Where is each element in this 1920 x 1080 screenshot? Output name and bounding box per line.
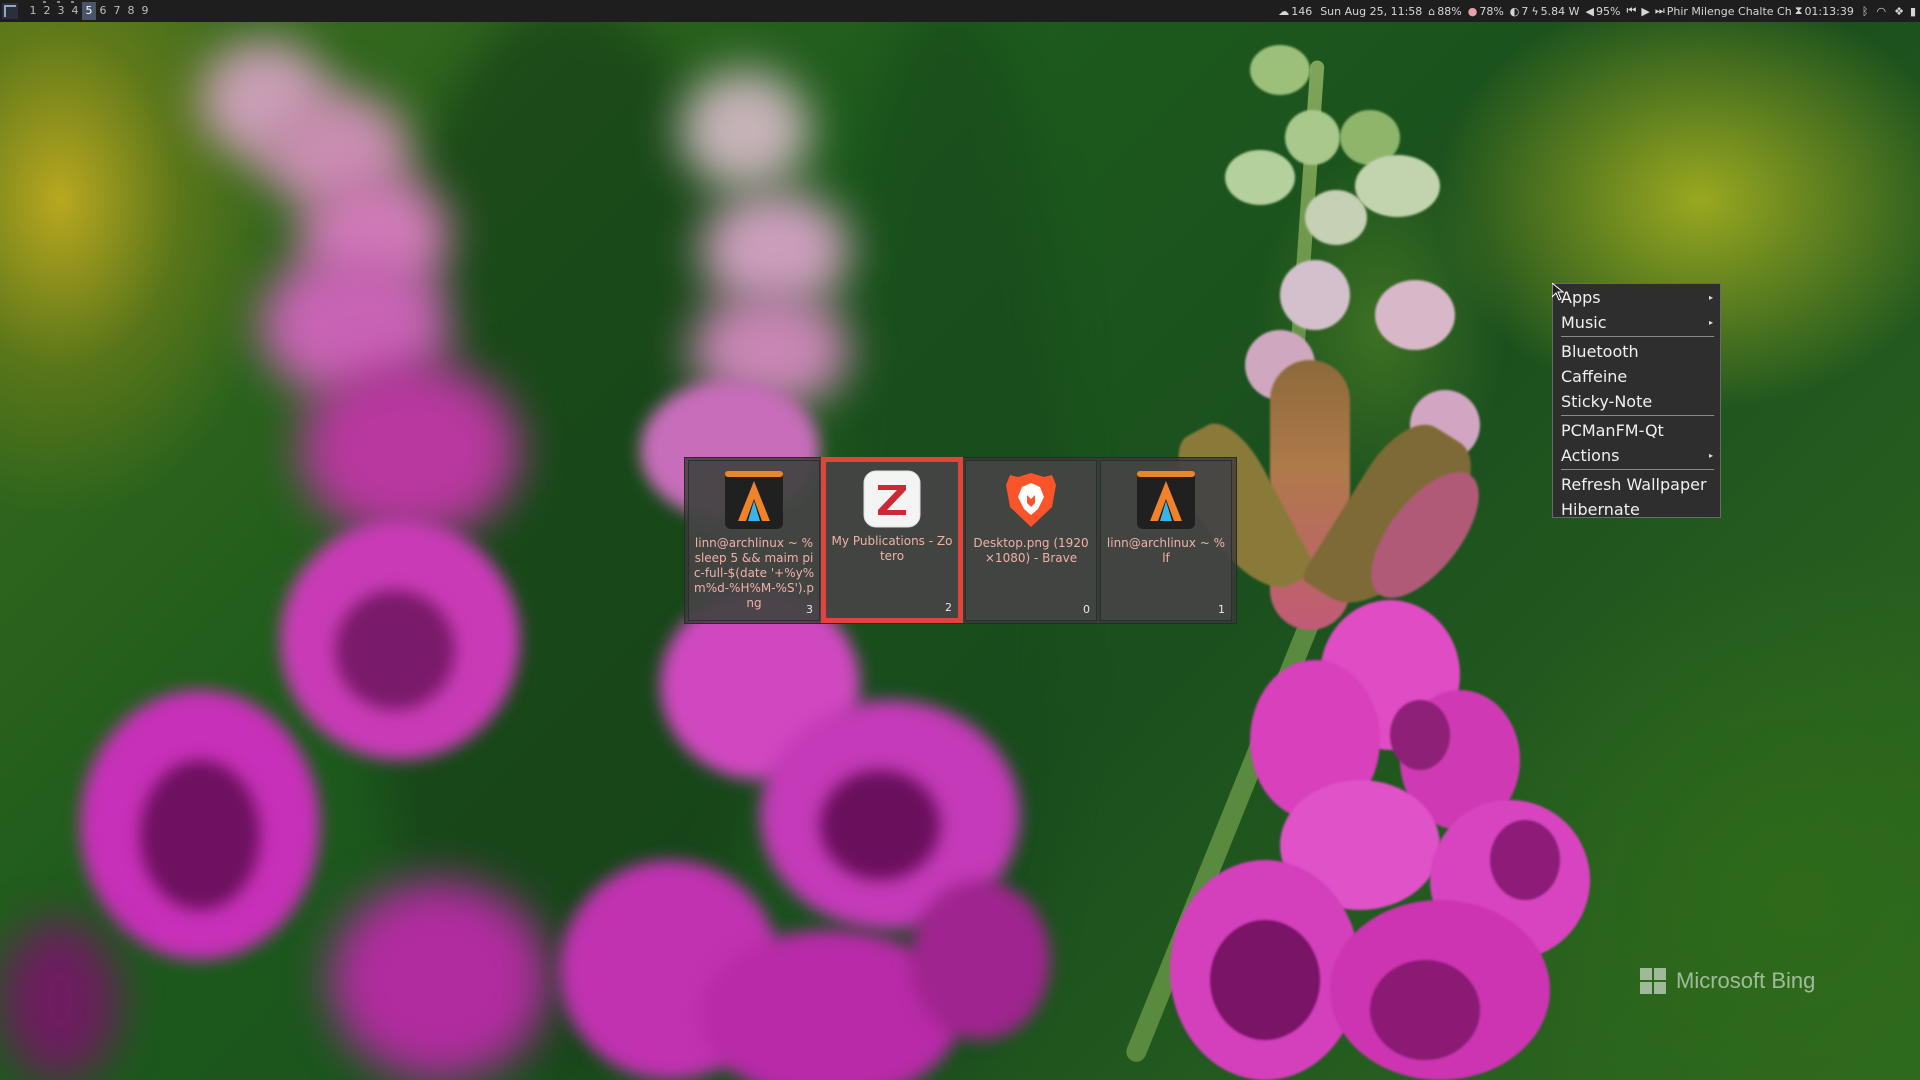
- menu-separator: [1561, 415, 1714, 416]
- menu-item-apps[interactable]: Apps ▸: [1553, 285, 1720, 310]
- workspace-2[interactable]: 2: [40, 1, 54, 20]
- battery-icon[interactable]: ▮: [1910, 5, 1916, 18]
- window-tile-terminal-lf[interactable]: linn@archlinux ~ % lf 1: [1100, 460, 1232, 621]
- workspace-label: 2: [43, 4, 51, 17]
- bing-watermark: Microsoft Bing: [1640, 966, 1815, 996]
- workspace-7[interactable]: 7: [110, 2, 124, 20]
- menu-item-label: Bluetooth: [1561, 342, 1639, 361]
- menu-item-label: Apps: [1561, 288, 1601, 307]
- workspace-label: 3: [57, 4, 65, 17]
- power-draw: 5.84 W: [1540, 4, 1580, 18]
- alacritty-icon: [725, 471, 783, 529]
- volume-level[interactable]: 95%: [1596, 5, 1620, 18]
- media-time: 01:13:39: [1804, 4, 1854, 18]
- status-area: ☁ 146 Sun Aug 25, 11:58 ⌂ 88% ● 78% ◐ 7 …: [1272, 0, 1916, 22]
- menu-item-pcmanfm-qt[interactable]: PCManFM-Qt: [1553, 418, 1720, 443]
- hourglass-icon: ⧗: [1794, 4, 1803, 17]
- window-number: 0: [1083, 603, 1090, 616]
- wifi-icon[interactable]: ◠: [1876, 5, 1886, 18]
- windows-logo-icon: [1640, 968, 1666, 994]
- brightness-icon: ◐: [1509, 4, 1520, 18]
- media-title[interactable]: Phir Milenge Chalte Ch: [1667, 5, 1792, 18]
- updates-count[interactable]: 146: [1291, 5, 1312, 18]
- play-icon[interactable]: ▶: [1641, 5, 1649, 18]
- mouse-pointer-icon: [1552, 283, 1564, 301]
- workspace-8[interactable]: 8: [124, 2, 138, 20]
- window-tile-brave[interactable]: Desktop.png (1920×1080) - Brave 0: [965, 460, 1097, 621]
- clock[interactable]: Sun Aug 25, 11:58: [1320, 5, 1422, 18]
- menu-item-music[interactable]: Music ▸: [1553, 310, 1720, 335]
- dropbox-icon[interactable]: ❖: [1894, 5, 1904, 18]
- window-number: 3: [806, 603, 813, 616]
- bluetooth-icon[interactable]: ᛒ: [1862, 5, 1869, 18]
- alacritty-icon: [1137, 471, 1195, 529]
- bing-watermark-text: Microsoft Bing: [1676, 968, 1816, 993]
- window-title: linn@archlinux ~ % lf: [1106, 536, 1226, 565]
- workspace-label: 5: [85, 4, 93, 17]
- next-track-icon[interactable]: ⏭: [1655, 4, 1665, 18]
- menu-item-bluetooth[interactable]: Bluetooth: [1553, 339, 1720, 364]
- menu-item-label: Caffeine: [1561, 367, 1628, 386]
- workspace-3[interactable]: 3: [54, 1, 68, 20]
- brave-icon: [1006, 473, 1056, 527]
- window-tile-terminal-maim[interactable]: linn@archlinux ~ % sleep 5 && maim pic-f…: [688, 460, 820, 621]
- menu-item-label: Sticky-Note: [1561, 392, 1653, 411]
- menu-launcher-icon[interactable]: [2, 3, 18, 19]
- submenu-arrow-icon: ▸: [1708, 318, 1713, 327]
- menu-item-caffeine[interactable]: Caffeine: [1553, 364, 1720, 389]
- memory-usage: 78%: [1479, 4, 1504, 18]
- menu-item-sticky-note[interactable]: Sticky-Note: [1553, 389, 1720, 414]
- brain-icon: ●: [1467, 4, 1478, 18]
- home-disk-usage: 88%: [1437, 4, 1462, 18]
- window-number: 1: [1218, 603, 1225, 616]
- menu-item-label: Hibernate: [1561, 500, 1640, 519]
- workspace-4[interactable]: 4: [68, 1, 82, 20]
- menu-item-actions[interactable]: Actions ▸: [1553, 443, 1720, 468]
- desktop-context-menu: Apps ▸ Music ▸ Bluetooth Caffeine Sticky…: [1552, 283, 1721, 519]
- submenu-arrow-icon: ▸: [1708, 451, 1713, 460]
- bolt-icon: ϟ: [1531, 4, 1539, 18]
- workspace-6[interactable]: 6: [96, 2, 110, 20]
- window-number: 2: [945, 601, 952, 614]
- prev-track-icon[interactable]: ⏮: [1626, 4, 1636, 18]
- menu-item-label: Actions: [1561, 446, 1620, 465]
- menu-item-label: PCManFM-Qt: [1561, 421, 1664, 440]
- workspace-1[interactable]: 1: [26, 2, 40, 20]
- workspace-label: 7: [113, 4, 121, 17]
- window-title: Desktop.png (1920×1080) - Brave: [973, 536, 1089, 565]
- menu-item-hibernate[interactable]: Hibernate: [1553, 497, 1720, 522]
- top-panel: 1 2 3 4 5 6 7 8 9 ☁ 146 Sun Aug 25, 11:5…: [0, 0, 1920, 22]
- zotero-icon: [863, 470, 921, 528]
- workspace-label: 1: [29, 4, 37, 17]
- workspace-9[interactable]: 9: [138, 2, 152, 20]
- window-tile-zotero[interactable]: My Publications - Zotero 2: [821, 457, 963, 623]
- brightness-level[interactable]: 7: [1521, 5, 1528, 18]
- submenu-arrow-icon: ▸: [1708, 293, 1713, 302]
- menu-item-refresh-wallpaper[interactable]: Refresh Wallpaper: [1553, 472, 1720, 497]
- workspace-switcher: 1 2 3 4 5 6 7 8 9: [26, 0, 152, 22]
- volume-icon: ◀: [1585, 4, 1595, 18]
- window-switcher: linn@archlinux ~ % sleep 5 && maim pic-f…: [684, 457, 1237, 624]
- window-title: linn@archlinux ~ % sleep 5 && maim pic-f…: [693, 536, 815, 610]
- home-icon: ⌂: [1428, 4, 1436, 18]
- menu-separator: [1561, 336, 1714, 337]
- workspace-label: 4: [71, 4, 79, 17]
- workspace-label: 9: [141, 4, 149, 17]
- menu-item-label: Refresh Wallpaper: [1561, 475, 1707, 494]
- window-title: My Publications - Zotero: [831, 534, 953, 563]
- menu-item-label: Music: [1561, 313, 1607, 332]
- cloud-icon: ☁: [1278, 4, 1290, 18]
- workspace-5[interactable]: 5: [82, 2, 96, 20]
- workspace-label: 6: [99, 4, 107, 17]
- menu-separator: [1561, 469, 1714, 470]
- workspace-label: 8: [127, 4, 135, 17]
